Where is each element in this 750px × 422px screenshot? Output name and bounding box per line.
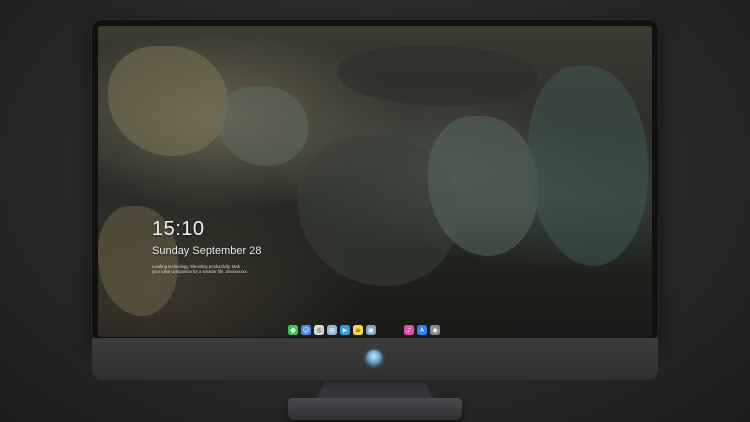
messages-icon[interactable]: ●	[288, 325, 298, 335]
monitor-bezel: 15:10 Sunday September 28 Leading techno…	[92, 20, 658, 341]
preview-icon[interactable]: ▤	[327, 325, 337, 335]
monitor: 15:10 Sunday September 28 Leading techno…	[92, 20, 658, 420]
lock-date: Sunday September 28	[152, 245, 262, 257]
notes-icon[interactable]: ≡	[353, 325, 363, 335]
lock-clock: 15:10	[152, 218, 205, 240]
lock-screen-wallpaper[interactable]: 15:10 Sunday September 28 Leading techno…	[98, 26, 652, 337]
monitor-stand-base	[288, 398, 462, 420]
finder-icon[interactable]: ☺	[301, 325, 311, 335]
clapper-icon[interactable]: ▶	[340, 325, 350, 335]
dock: ● ☺ ◎ ▤ ▶ ≡ ▣ ♪ A ◉	[288, 323, 440, 337]
monitor-stand-neck	[316, 381, 434, 399]
music-icon[interactable]: ♪	[404, 325, 414, 335]
lock-tagline: Leading technology, Elevating productivi…	[152, 264, 272, 274]
lock-tagline-line2: your ideal companion for a smarter life.…	[152, 269, 247, 275]
safari-icon[interactable]: ◎	[314, 325, 324, 335]
camera-icon[interactable]: ◉	[430, 325, 440, 335]
brand-logo-icon	[366, 350, 382, 366]
photos-icon[interactable]: ▣	[366, 325, 376, 335]
appstore-icon[interactable]: A	[417, 325, 427, 335]
